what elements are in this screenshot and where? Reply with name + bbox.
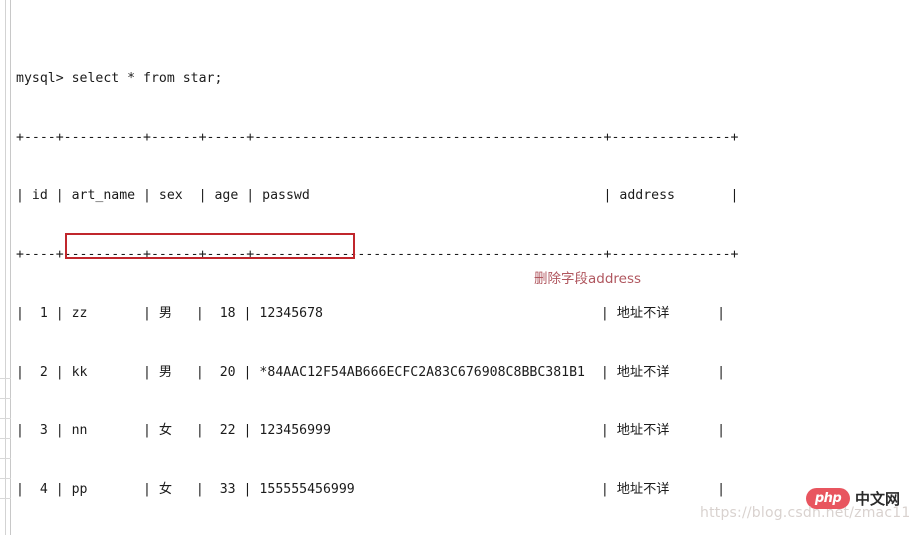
- table-row: | 2 | kk | 男 | 20 | *84AAC12F54AB666ECFC…: [16, 364, 726, 380]
- screenshot-root: mysql> select * from star; +----+-------…: [0, 0, 910, 535]
- gutter-rule-inner: [10, 0, 11, 535]
- highlight-box-alter-statement: [65, 233, 355, 259]
- command-select-1: mysql> select * from star;: [16, 70, 223, 86]
- table-row: | 4 | pp | 女 | 33 | 155555456999 | 地址不详 …: [16, 482, 726, 498]
- left-gutter: [0, 0, 13, 535]
- gutter-hairline: [0, 398, 11, 399]
- table1-header-row: | id | art_name | sex | age | passwd | a…: [16, 188, 739, 204]
- gutter-hairline: [0, 458, 11, 459]
- table-row: | 3 | nn | 女 | 22 | 123456999 | 地址不详 |: [16, 423, 726, 439]
- annotation-delete-field: 删除字段address: [534, 271, 642, 287]
- table1-separator-top: +----+----------+------+-----+----------…: [16, 129, 739, 145]
- csdn-watermark: https://blog.csdn.net/zmac111: [700, 505, 910, 521]
- gutter-rule-outer: [5, 0, 6, 535]
- gutter-hairline: [0, 418, 11, 419]
- gutter-hairline: [0, 498, 11, 499]
- gutter-hairline: [0, 378, 11, 379]
- gutter-hairline: [0, 438, 11, 439]
- table-row: | 1 | zz | 男 | 18 | 12345678 | 地址不详 |: [16, 305, 726, 321]
- gutter-hairline: [0, 478, 11, 479]
